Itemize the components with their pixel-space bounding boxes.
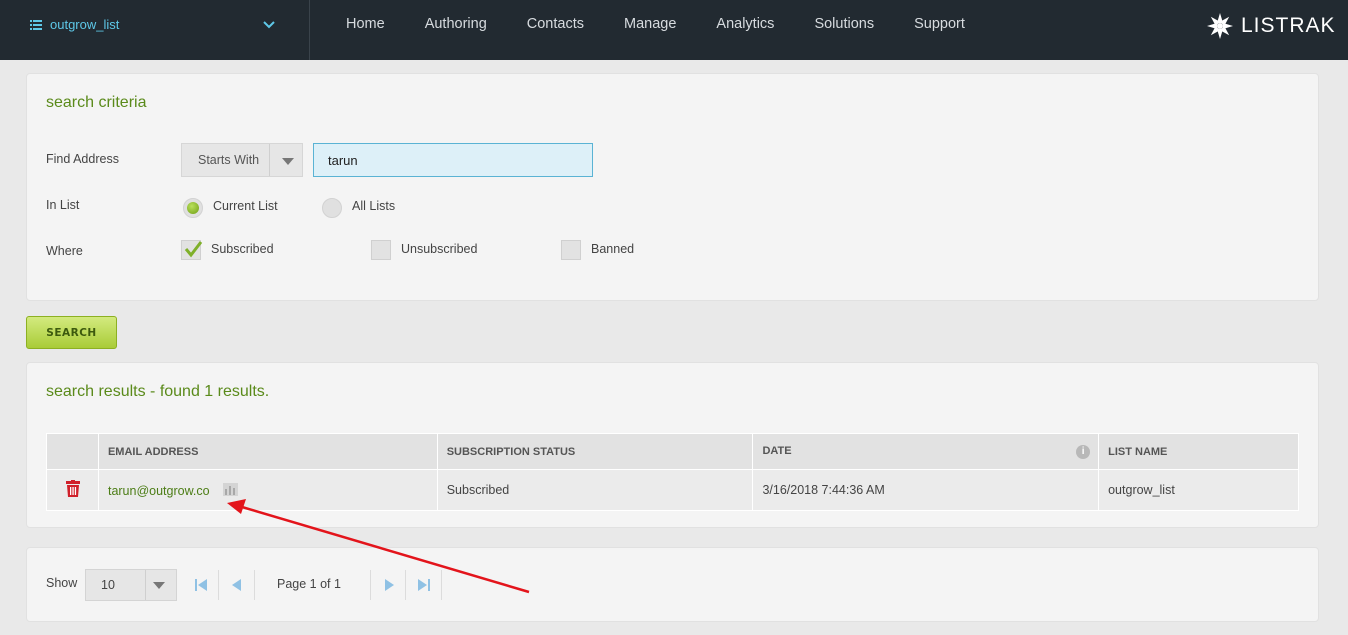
listrak-logo[interactable]: LISTRAK bbox=[1205, 11, 1336, 41]
logo-mark-icon bbox=[1207, 13, 1233, 39]
top-navigation-bar: outgrow_list Home Authoring Contacts Man… bbox=[0, 0, 1348, 60]
table-row: tarun@outgrow.co Subscribed 3/16/2018 7:… bbox=[46, 469, 1299, 511]
nav-manage[interactable]: Manage bbox=[604, 0, 696, 50]
page-indicator: Page 1 of 1 bbox=[277, 577, 341, 591]
trash-icon[interactable] bbox=[65, 480, 81, 497]
search-criteria-title: search criteria bbox=[46, 94, 147, 111]
in-list-label: In List bbox=[46, 198, 80, 212]
results-header-row: EMAIL ADDRESS SUBSCRIPTION STATUS DATE i… bbox=[46, 433, 1299, 470]
list-name-cell: outgrow_list bbox=[1098, 469, 1299, 511]
list-selector-label: outgrow_list bbox=[50, 17, 120, 32]
last-page-icon bbox=[418, 579, 430, 591]
search-button[interactable]: SEARCH bbox=[26, 316, 117, 349]
results-table: EMAIL ADDRESS SUBSCRIPTION STATUS DATE i… bbox=[46, 433, 1299, 511]
match-mode-value: Starts With bbox=[198, 153, 260, 167]
nav-authoring[interactable]: Authoring bbox=[405, 0, 507, 50]
chevron-down-icon bbox=[263, 21, 275, 29]
list-icon bbox=[30, 20, 42, 30]
col-actions bbox=[46, 433, 99, 470]
next-page-button[interactable] bbox=[370, 570, 406, 600]
checkbox-subscribed[interactable] bbox=[181, 240, 203, 260]
nav-contacts[interactable]: Contacts bbox=[507, 0, 604, 50]
checkbox-banned-label[interactable]: Banned bbox=[591, 242, 634, 256]
find-address-input[interactable] bbox=[313, 143, 593, 177]
col-list-name[interactable]: LIST NAME bbox=[1098, 433, 1299, 470]
checkbox-unsubscribed-label[interactable]: Unsubscribed bbox=[401, 242, 477, 256]
nav-home[interactable]: Home bbox=[326, 0, 405, 50]
radio-current-list[interactable] bbox=[183, 198, 203, 218]
delete-cell bbox=[46, 469, 99, 511]
prev-page-button[interactable] bbox=[219, 570, 255, 600]
nav-support[interactable]: Support bbox=[894, 0, 985, 50]
col-date-label: DATE bbox=[762, 444, 792, 457]
first-page-icon bbox=[195, 579, 207, 591]
info-icon[interactable]: i bbox=[1076, 444, 1091, 459]
checkbox-unsubscribed[interactable] bbox=[371, 240, 391, 260]
first-page-button[interactable] bbox=[183, 570, 219, 600]
radio-current-list-label[interactable]: Current List bbox=[213, 199, 278, 213]
next-page-icon bbox=[385, 579, 394, 591]
page-size-value: 10 bbox=[101, 578, 115, 592]
select-divider bbox=[269, 144, 270, 176]
page-size-select[interactable]: 10 bbox=[85, 569, 177, 601]
nav-solutions[interactable]: Solutions bbox=[794, 0, 894, 50]
select-divider bbox=[145, 570, 146, 600]
find-address-label: Find Address bbox=[46, 152, 119, 166]
email-link[interactable]: tarun@outgrow.co bbox=[108, 484, 210, 498]
checkbox-subscribed-label[interactable]: Subscribed bbox=[211, 242, 274, 256]
match-mode-select[interactable]: Starts With bbox=[181, 143, 303, 177]
dropdown-arrow-icon bbox=[282, 158, 294, 165]
col-email[interactable]: EMAIL ADDRESS bbox=[97, 433, 438, 470]
checkmark-icon bbox=[184, 241, 203, 258]
bar-chart-icon[interactable] bbox=[223, 482, 239, 496]
nav-analytics[interactable]: Analytics bbox=[696, 0, 794, 50]
col-status[interactable]: SUBSCRIPTION STATUS bbox=[436, 433, 754, 470]
radio-all-lists-label[interactable]: All Lists bbox=[352, 199, 395, 213]
status-cell: Subscribed bbox=[436, 469, 754, 511]
main-nav: Home Authoring Contacts Manage Analytics… bbox=[326, 0, 985, 50]
checkbox-banned[interactable] bbox=[561, 240, 581, 260]
prev-page-icon bbox=[232, 579, 241, 591]
email-cell: tarun@outgrow.co bbox=[97, 469, 438, 511]
radio-all-lists[interactable] bbox=[322, 198, 342, 218]
where-label: Where bbox=[46, 244, 83, 258]
col-date[interactable]: DATE i bbox=[752, 433, 1100, 470]
date-cell: 3/16/2018 7:44:36 AM bbox=[752, 469, 1100, 511]
dropdown-arrow-icon bbox=[153, 582, 165, 589]
last-page-button[interactable] bbox=[406, 570, 442, 600]
search-results-title: search results - found 1 results. bbox=[46, 383, 270, 400]
show-label: Show bbox=[46, 576, 78, 590]
search-criteria-panel bbox=[26, 73, 1319, 301]
list-selector[interactable]: outgrow_list bbox=[0, 0, 310, 60]
logo-text: LISTRAK bbox=[1241, 14, 1336, 37]
